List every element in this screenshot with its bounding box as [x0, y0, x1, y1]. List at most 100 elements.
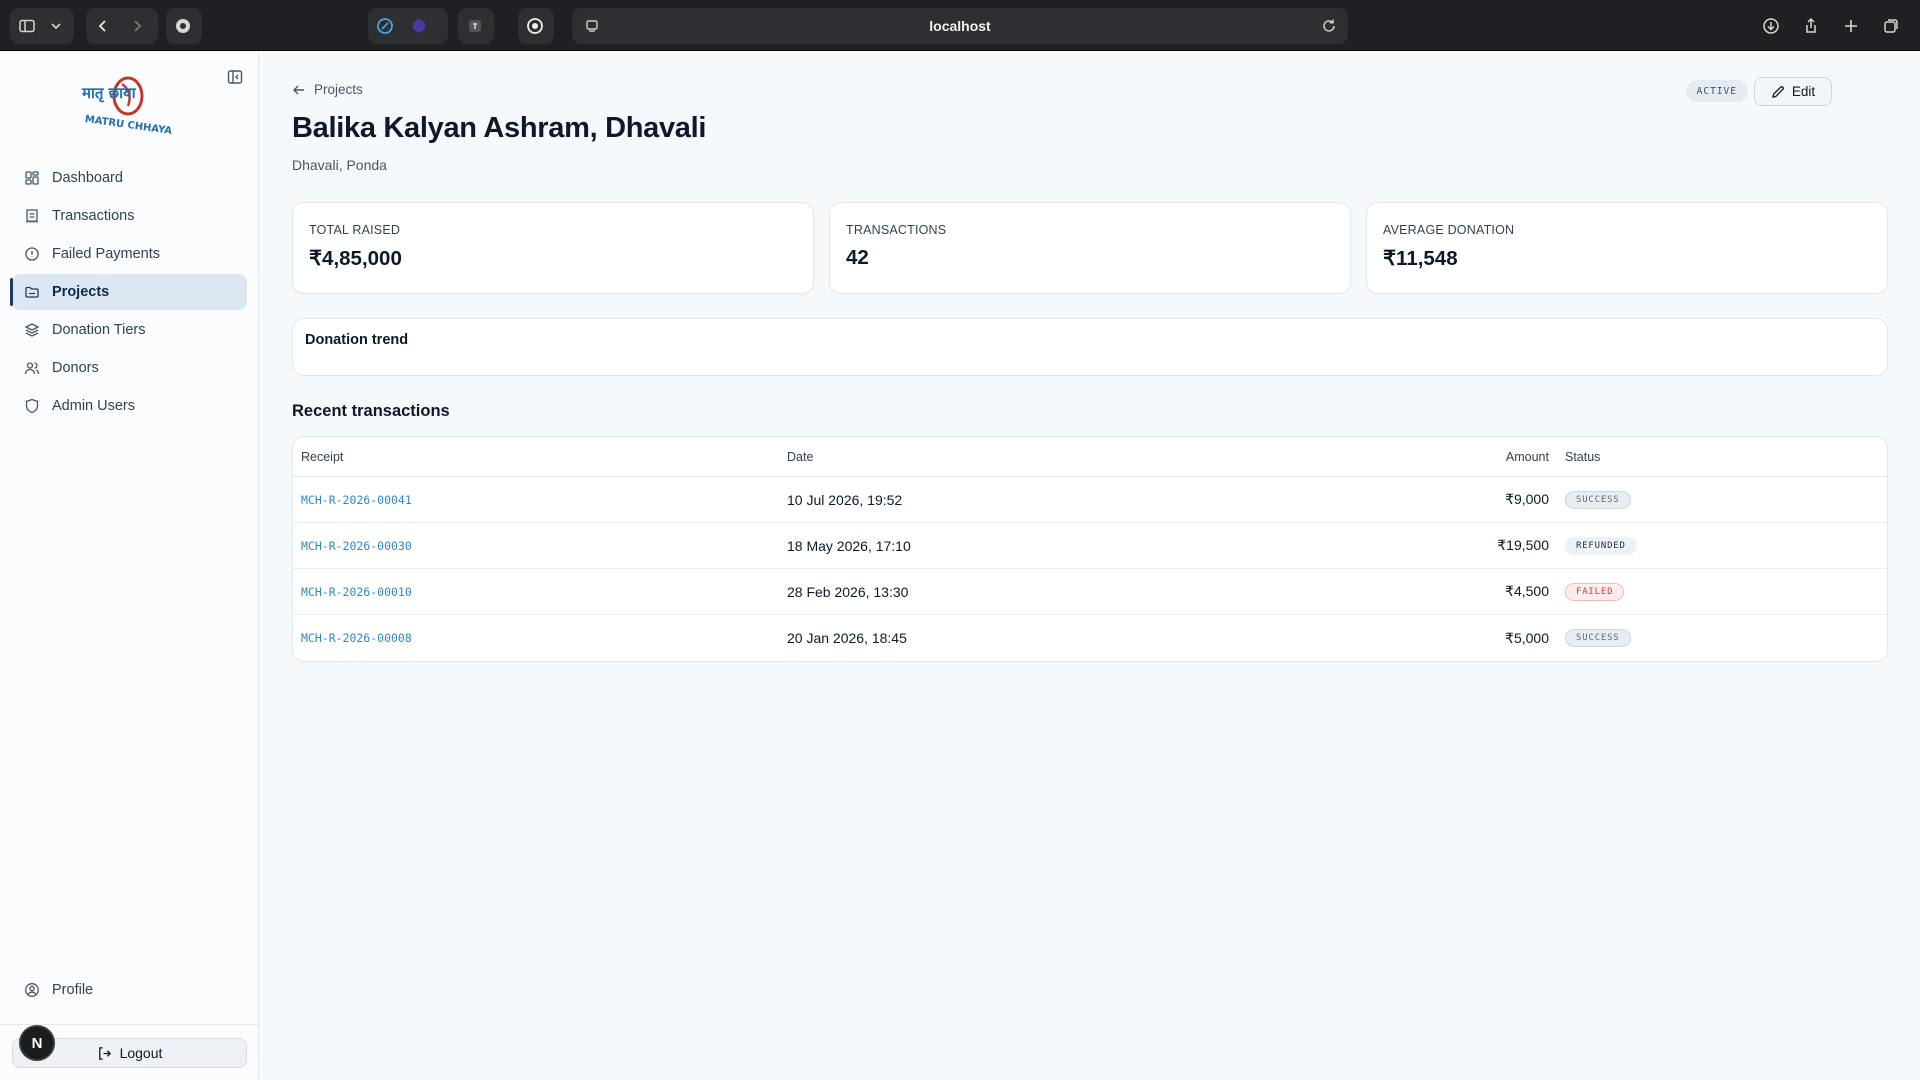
sidebar-item-label: Donors — [52, 360, 99, 376]
transaction-date: 10 Jul 2026, 19:52 — [787, 491, 903, 508]
share-icon[interactable] — [1794, 8, 1828, 44]
back-icon[interactable] — [86, 8, 120, 44]
edit-label: Edit — [1791, 84, 1816, 99]
receipt-icon — [24, 208, 40, 224]
transaction-date: 20 Jan 2026, 18:45 — [787, 630, 907, 646]
table-row[interactable]: MCH-R-2026-00030 18 May 2026, 17:10 ₹19,… — [293, 523, 1887, 569]
stat-value: ₹11,548 — [1383, 247, 1458, 270]
sidebar-nav: Dashboard Transactions Failed Payments P… — [10, 160, 247, 426]
stat-label: TOTAL RAISED — [309, 223, 401, 237]
table-header: Receipt Date Amount Status — [293, 437, 1887, 477]
table-row[interactable]: MCH-R-2026-00008 20 Jan 2026, 18:45 ₹5,0… — [293, 615, 1887, 661]
pinned-tab-icon[interactable] — [368, 8, 402, 44]
folder-icon — [24, 284, 40, 300]
sidebar-item-admin-users[interactable]: Admin Users — [12, 388, 247, 424]
stat-value: 42 — [846, 246, 869, 269]
stat-label: AVERAGE DONATION — [1383, 223, 1515, 237]
address-bar[interactable]: localhost — [572, 8, 1348, 44]
column-header-status: Status — [1565, 449, 1601, 464]
pinned-tabs — [458, 8, 494, 44]
sidebar-item-label: Transactions — [52, 208, 135, 224]
arrow-left-icon — [292, 83, 306, 97]
browser-toolbar: localhost — [0, 0, 1920, 51]
browser-actions — [1754, 8, 1908, 44]
new-tab-icon[interactable] — [1834, 8, 1868, 44]
downloads-icon[interactable] — [1754, 8, 1788, 44]
sidebar-toggle-group — [10, 8, 74, 44]
sidebar-item-projects[interactable]: Projects — [10, 274, 247, 310]
avatar[interactable]: N — [19, 1025, 55, 1061]
dashboard-icon — [24, 170, 40, 186]
profile-label: Profile — [52, 982, 94, 998]
pinned-tab-icon[interactable] — [402, 8, 436, 44]
sidebar-item-transactions[interactable]: Transactions — [12, 198, 247, 234]
shield-icon — [24, 398, 40, 414]
sidebar-item-label: Projects — [52, 284, 110, 300]
table-row[interactable]: MCH-R-2026-00010 28 Feb 2026, 13:30 ₹4,5… — [293, 569, 1887, 615]
column-header-receipt: Receipt — [301, 449, 344, 464]
logo-text-bottom: MATRU CHHAYA — [84, 114, 173, 137]
donation-trend-card: Donation trend — [292, 318, 1888, 376]
matru-chhaya-logo[interactable]: मातृ छाया MATRU CHHAYA — [78, 70, 178, 142]
pinned-tabs — [368, 8, 448, 44]
logout-label: Logout — [119, 1045, 163, 1061]
collapse-sidebar-icon[interactable] — [226, 68, 244, 86]
receipt-link[interactable]: MCH-R-2026-00010 — [301, 585, 412, 599]
transactions-table: Receipt Date Amount Status MCH-R-2026-00… — [292, 436, 1888, 662]
stat-card-transactions: TRANSACTIONS 42 — [829, 202, 1351, 294]
status-badge: FAILED — [1565, 582, 1625, 601]
sidebar-item-donation-tiers[interactable]: Donation Tiers — [12, 312, 247, 348]
sidebar-item-label: Failed Payments — [52, 246, 160, 262]
logo-text-top: मातृ छाया — [81, 84, 137, 103]
stat-label: TRANSACTIONS — [846, 223, 947, 237]
transaction-amount: ₹4,500 — [1505, 583, 1549, 599]
transaction-amount: ₹5,000 — [1505, 629, 1549, 646]
sidebar-item-label: Dashboard — [52, 170, 123, 186]
chevron-down-icon[interactable] — [44, 8, 68, 44]
table-row[interactable]: MCH-R-2026-00041 10 Jul 2026, 19:52 ₹9,0… — [293, 477, 1887, 523]
users-icon — [24, 360, 40, 376]
column-header-date: Date — [787, 449, 814, 464]
stat-value: ₹4,85,000 — [309, 247, 402, 270]
extension-button[interactable] — [166, 8, 202, 44]
status-badge: SUCCESS — [1565, 490, 1631, 509]
receipt-link[interactable]: MCH-R-2026-00008 — [301, 631, 412, 645]
edit-button[interactable]: Edit — [1754, 77, 1832, 106]
stat-card-total-raised: TOTAL RAISED ₹4,85,000 — [292, 202, 814, 294]
donation-trend-title: Donation trend — [305, 332, 409, 348]
logout-icon — [97, 1046, 112, 1061]
column-header-amount: Amount — [1505, 449, 1549, 464]
recent-transactions-title: Recent transactions — [292, 402, 450, 420]
reload-icon[interactable] — [1320, 17, 1338, 40]
sidebar-item-dashboard[interactable]: Dashboard — [12, 160, 247, 196]
pinned-tab-icon[interactable] — [518, 8, 552, 44]
sidebar-item-label: Admin Users — [52, 398, 135, 414]
sidebar-toggle-icon[interactable] — [10, 8, 44, 44]
receipt-link[interactable]: MCH-R-2026-00041 — [301, 493, 412, 507]
sidebar-item-label: Donation Tiers — [52, 322, 146, 338]
status-badge: REFUNDED — [1565, 536, 1637, 555]
history-nav — [86, 8, 158, 44]
breadcrumb[interactable]: Projects — [292, 82, 363, 97]
sidebar-item-failed-payments[interactable]: Failed Payments — [12, 236, 247, 272]
tab-overview-icon[interactable] — [1874, 8, 1908, 44]
forward-icon[interactable] — [120, 8, 154, 44]
transaction-date: 18 May 2026, 17:10 — [787, 537, 911, 554]
sidebar-item-profile[interactable]: Profile — [24, 982, 93, 998]
stat-card-average-donation: AVERAGE DONATION ₹11,548 — [1366, 202, 1888, 294]
pinned-tab-icon[interactable] — [458, 8, 492, 44]
page-title: Balika Kalyan Ashram, Dhavali — [292, 112, 707, 144]
pencil-icon — [1771, 85, 1785, 99]
status-badge: SUCCESS — [1565, 629, 1631, 647]
sidebar-item-donors[interactable]: Donors — [12, 350, 247, 386]
url-text: localhost — [929, 18, 991, 34]
status-badge: ACTIVE — [1685, 80, 1748, 102]
breadcrumb-projects-link[interactable]: Projects — [314, 82, 363, 97]
alert-circle-icon — [24, 246, 40, 262]
receipt-link[interactable]: MCH-R-2026-00030 — [301, 539, 412, 553]
sidebar: मातृ छाया MATRU CHHAYA Dashboard Transac… — [0, 52, 259, 1080]
transaction-amount: ₹19,500 — [1497, 537, 1549, 553]
extension-icon[interactable] — [166, 8, 200, 44]
pinned-tabs — [518, 8, 554, 44]
layers-icon — [24, 322, 40, 338]
